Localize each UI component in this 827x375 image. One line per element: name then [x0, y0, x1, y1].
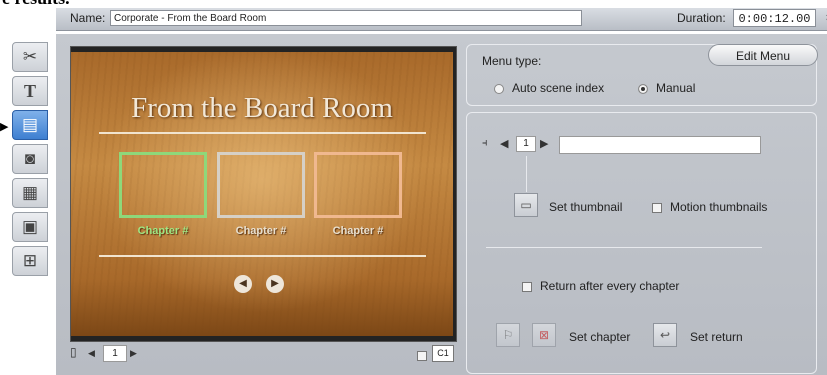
tab-clip-edit[interactable]: ✂	[12, 42, 48, 72]
disc-menu-icon: ▤	[21, 115, 39, 134]
audio-icon: ⊞	[22, 251, 38, 270]
divider-top	[99, 132, 426, 134]
chapter-thumb-2[interactable]	[217, 152, 305, 218]
unlink-chapter-button[interactable]: ⊠	[532, 323, 556, 347]
set-return-label: Set return	[690, 330, 743, 344]
menu-preview[interactable]: From the Board Room Chapter # Chapter # …	[71, 52, 453, 336]
menu-type-label: Menu type:	[482, 54, 542, 68]
set-chapter-label: Set chapter	[569, 330, 631, 344]
radio-auto-label: Auto scene index	[512, 81, 605, 95]
active-tab-arrow-icon: ▶	[0, 121, 9, 133]
set-thumbnail-label: Set thumbnail	[549, 200, 623, 214]
menu-prev-icon[interactable]: ◀	[234, 275, 252, 293]
duration-spinner[interactable]: ▲ ▼	[822, 9, 827, 27]
top-strip: e results.	[0, 0, 827, 8]
name-input[interactable]: Corporate - From the Board Room	[110, 10, 582, 26]
camera-icon: ◙	[24, 149, 36, 168]
chapter-prev-icon[interactable]: ◀	[500, 137, 508, 150]
chapter-label-3: Chapter #	[332, 225, 384, 237]
link-chapter-button[interactable]: ⚐	[496, 323, 520, 347]
chapter-thumb-3[interactable]	[314, 152, 402, 218]
tab-frame[interactable]: ▣	[12, 212, 48, 242]
tab-clapper[interactable]: ▦	[12, 178, 48, 208]
tab-audio[interactable]: ⊞	[12, 246, 48, 276]
motion-thumbnails-checkbox[interactable]: Motion thumbnails	[652, 200, 767, 214]
menu-title-text[interactable]: From the Board Room	[71, 92, 453, 125]
connector-line	[526, 156, 527, 192]
flag-icon: ⚐	[502, 328, 514, 342]
c1-badge: C1	[432, 345, 454, 362]
chapter-link-icon: ⫞	[482, 137, 488, 149]
tab-camera[interactable]: ◙	[12, 144, 48, 174]
chapter-thumb-1[interactable]	[119, 152, 207, 218]
duration-field[interactable]: 0:00:12.00	[733, 9, 816, 27]
props-separator	[486, 247, 762, 248]
clip-scissors-icon: ✂	[22, 47, 38, 66]
page-icon: ▯	[70, 345, 77, 359]
radio-manual-label: Manual	[656, 81, 696, 95]
return-after-checkbox[interactable]: Return after every chapter	[522, 279, 679, 293]
remove-link-icon: ⊠	[538, 328, 550, 342]
motion-thumbnails-label: Motion thumbnails	[670, 200, 768, 214]
return-after-label: Return after every chapter	[540, 279, 680, 293]
set-return-button[interactable]: ↩	[653, 323, 677, 347]
chapter-text-input[interactable]	[559, 136, 761, 154]
chapter-next-icon[interactable]: ▶	[540, 137, 548, 150]
thumbnail-icon: ▭	[520, 198, 532, 212]
page-number-field[interactable]: 1	[103, 345, 127, 362]
set-thumbnail-button[interactable]: ▭	[514, 193, 538, 217]
clapper-icon: ▦	[21, 183, 39, 202]
frame-icon: ▣	[21, 217, 39, 236]
name-label: Name:	[70, 11, 106, 25]
menu-next-icon[interactable]: ▶	[266, 275, 284, 293]
tab-title[interactable]: T	[12, 76, 48, 106]
return-arrow-icon: ↩	[659, 328, 671, 342]
tab-disc-menu[interactable]: ▤	[12, 110, 48, 140]
chapter-label-2: Chapter #	[235, 225, 287, 237]
page-prev-icon[interactable]: ◀	[88, 348, 95, 359]
edit-menu-button[interactable]: Edit Menu	[708, 44, 818, 66]
duration-label: Duration:	[677, 11, 726, 25]
radio-manual[interactable]: Manual	[638, 81, 695, 95]
title-bar: Name: Corporate - From the Board Room Du…	[56, 8, 827, 31]
page-next-icon[interactable]: ▶	[130, 348, 137, 359]
divider-bottom	[99, 255, 426, 257]
preview-footer: ▯ ◀ 1 ▶ C1	[70, 345, 455, 363]
spin-down-icon[interactable]: ▼	[822, 17, 827, 26]
chapter-number-field[interactable]: 1	[516, 136, 536, 152]
radio-auto-scene-index[interactable]: Auto scene index	[494, 81, 604, 95]
title-icon: T	[23, 80, 36, 101]
chapter-label-1: Chapter #	[137, 225, 189, 237]
